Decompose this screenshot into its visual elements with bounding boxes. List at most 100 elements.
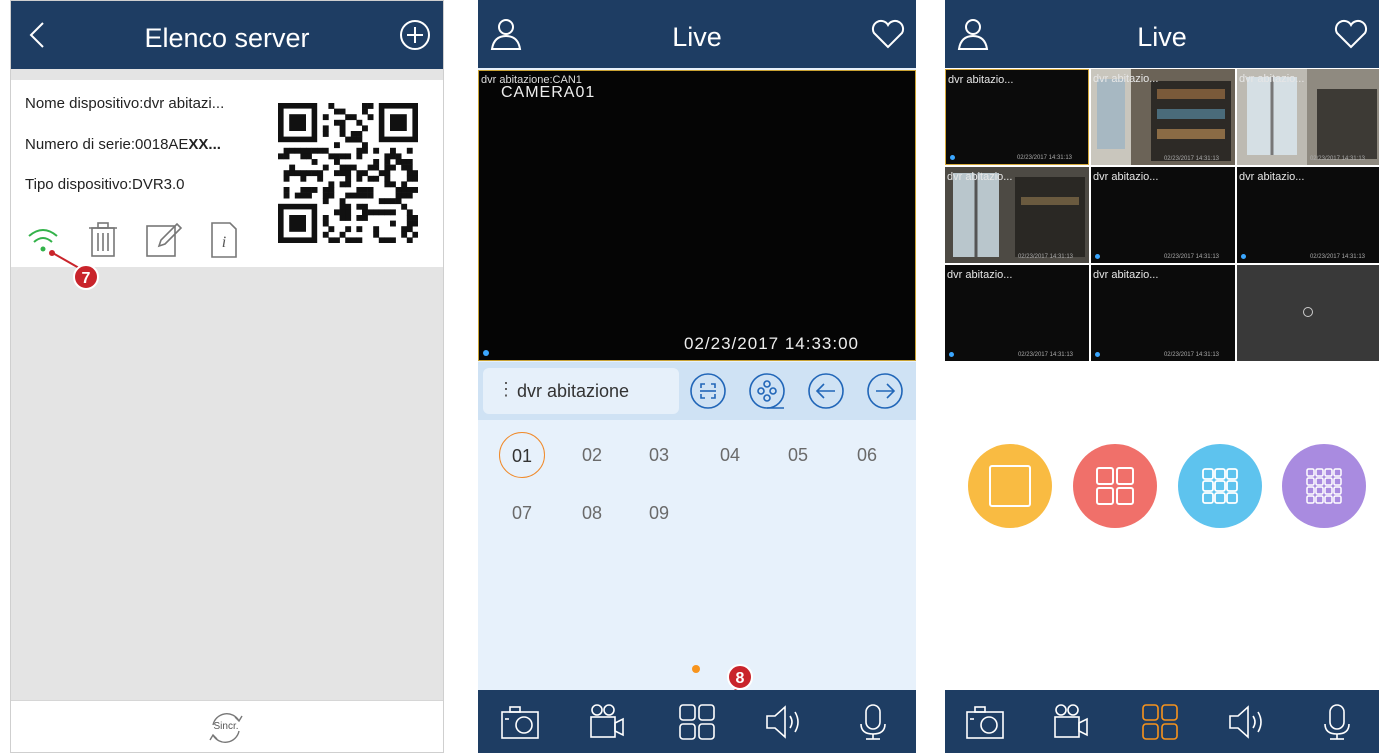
cell-label: dvr abitazio... [1239, 171, 1305, 183]
video-cell-4[interactable]: dvr abitazio... 02/23/2017 14:31:13 [945, 167, 1089, 263]
channel-04[interactable]: 04 [707, 432, 753, 478]
server-list-screen: Elenco server Nome dispositivo:dvr abita… [10, 0, 444, 753]
audio-icon[interactable] [763, 702, 807, 742]
video-cell-3[interactable]: dvr abitazio... 02/23/2017 14:31:13 [1237, 69, 1379, 165]
favorite-icon[interactable] [1331, 16, 1371, 52]
audio-icon[interactable] [1226, 702, 1270, 742]
cell-timestamp: 02/23/2017 14:31:13 [1163, 156, 1219, 162]
header-bar: Elenco server [11, 1, 443, 69]
cell-timestamp: 02/23/2017 14:31:13 [1163, 352, 1219, 358]
channel-03[interactable]: 03 [636, 432, 682, 478]
trash-icon[interactable] [83, 220, 123, 260]
live-video-view[interactable]: dvr abitazione:CAN1 CAMERA01 02/23/2017 … [478, 70, 916, 361]
page-title: Live [672, 22, 722, 52]
add-icon[interactable] [395, 17, 435, 53]
snapshot-icon[interactable] [498, 702, 542, 742]
reel-icon[interactable] [748, 372, 786, 410]
cell-timestamp: 02/23/2017 14:31:13 [1017, 352, 1073, 358]
video-grid: dvr abitazio... 02/23/2017 14:31:13 dvr … [945, 69, 1379, 361]
layout-grid-icon[interactable] [675, 702, 719, 742]
cell-label: dvr abitazio... [1093, 73, 1159, 85]
live-single-screen: Live dvr abitazione:CAN1 CAMERA01 02/23/… [478, 0, 916, 753]
snapshot-icon[interactable] [963, 702, 1007, 742]
favorite-icon[interactable] [868, 16, 908, 52]
layout-16-button[interactable] [1282, 444, 1366, 528]
quad-view-icon [1096, 467, 1134, 505]
nine-view-icon [1202, 468, 1238, 504]
talk-icon[interactable] [851, 702, 895, 742]
channel-07[interactable]: 07 [499, 490, 545, 536]
status-dot [949, 352, 954, 357]
record-icon[interactable] [585, 702, 629, 742]
video-cell-7[interactable]: dvr abitazio... 02/23/2017 14:31:13 [945, 265, 1089, 361]
cell-label: dvr abitazio... [948, 74, 1014, 86]
sync-label: Sincr. [213, 721, 239, 732]
prev-icon[interactable] [807, 372, 845, 410]
channel-01[interactable]: 01 [499, 432, 545, 478]
channel-05[interactable]: 05 [775, 432, 821, 478]
cell-label: dvr abitazio... [947, 171, 1013, 183]
device-selector[interactable]: ⋮ dvr abitazione [483, 368, 679, 414]
status-dot [483, 350, 489, 356]
sync-bar: Sincr. [11, 700, 443, 752]
channel-02[interactable]: 02 [569, 432, 615, 478]
callout-marker-8: 8 [727, 664, 753, 690]
cell-label: dvr abitazio... [947, 269, 1013, 281]
cell-timestamp: 02/23/2017 14:31:13 [1016, 155, 1072, 161]
channel-06[interactable]: 06 [844, 432, 890, 478]
status-dot [950, 155, 955, 160]
control-row: ⋮ dvr abitazione [478, 362, 916, 420]
status-dot [1095, 352, 1100, 357]
cell-timestamp: 02/23/2017 14:31:13 [1017, 254, 1073, 260]
channel-09[interactable]: 09 [636, 490, 682, 536]
qr-code [278, 103, 418, 243]
channel-08[interactable]: 08 [569, 490, 615, 536]
device-card[interactable]: Nome dispositivo:dvr abitazi... Numero d… [11, 80, 443, 269]
edit-icon[interactable] [143, 220, 183, 260]
page-title: Live [1137, 22, 1187, 52]
video-cell-6[interactable]: dvr abitazio... 02/23/2017 14:31:13 [1237, 167, 1379, 263]
video-cell-9[interactable] [1237, 265, 1379, 361]
video-camera-label: CAMERA01 [501, 84, 596, 101]
svg-text:i: i [222, 234, 226, 251]
more-icon: ⋮ [497, 379, 515, 399]
page-indicator [692, 665, 700, 673]
page-title: Elenco server [144, 23, 310, 53]
sync-button[interactable]: Sincr. [207, 709, 245, 747]
next-icon[interactable] [866, 372, 904, 410]
device-name: Nome dispositivo:dvr abitazi... [25, 95, 225, 112]
video-cell-2[interactable]: dvr abitazio... 02/23/2017 14:31:13 [1091, 69, 1235, 165]
header-bar: Live [478, 0, 916, 68]
cell-timestamp: 02/23/2017 14:31:13 [1309, 156, 1365, 162]
device-selector-label: dvr abitazione [517, 381, 630, 401]
layout-grid-icon[interactable] [1138, 702, 1182, 742]
info-icon[interactable]: i [204, 220, 244, 260]
single-view-icon [989, 465, 1031, 507]
record-icon[interactable] [1049, 702, 1093, 742]
scan-icon[interactable] [689, 372, 727, 410]
callout-marker-7: 7 [73, 264, 99, 290]
status-dot [1241, 254, 1246, 259]
loading-icon [1303, 307, 1313, 317]
serial-number: Numero di serie:0018AEXX... [25, 136, 221, 153]
cell-label: dvr abitazio... [1093, 269, 1159, 281]
bottom-toolbar [478, 690, 916, 753]
header-bar: Live [945, 0, 1379, 68]
video-timestamp: 02/23/2017 14:33:00 [684, 334, 859, 353]
cell-timestamp: 02/23/2017 14:31:13 [1163, 254, 1219, 260]
layout-9-button[interactable] [1178, 444, 1262, 528]
cell-label: dvr abitazio... [1093, 171, 1159, 183]
status-dot [1095, 254, 1100, 259]
live-grid-screen: Live dvr abitazio... 02/23/2017 14:31:13… [945, 0, 1379, 753]
sixteen-view-icon [1306, 468, 1342, 504]
cell-label: dvr abitazio... [1239, 73, 1305, 85]
layout-1-button[interactable] [968, 444, 1052, 528]
device-type: Tipo dispositivo:DVR3.0 [25, 176, 185, 193]
bottom-toolbar [945, 690, 1379, 753]
talk-icon[interactable] [1315, 702, 1359, 742]
video-cell-5[interactable]: dvr abitazio... 02/23/2017 14:31:13 [1091, 167, 1235, 263]
video-cell-1[interactable]: dvr abitazio... 02/23/2017 14:31:13 [945, 69, 1089, 165]
cell-timestamp: 02/23/2017 14:31:13 [1309, 254, 1365, 260]
layout-4-button[interactable] [1073, 444, 1157, 528]
video-cell-8[interactable]: dvr abitazio... 02/23/2017 14:31:13 [1091, 265, 1235, 361]
